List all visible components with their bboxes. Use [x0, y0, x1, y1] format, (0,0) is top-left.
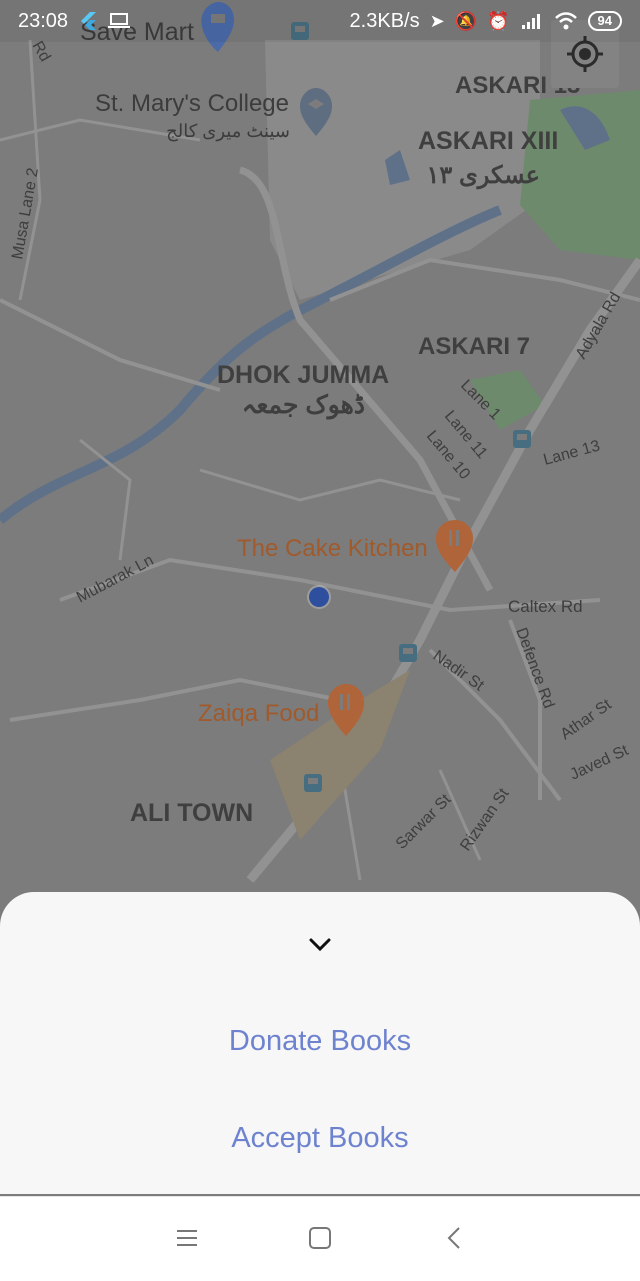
- bus-stop-icon[interactable]: [513, 430, 531, 448]
- label-dhok-jumma-urdu: ڈھوک جمعہ: [242, 391, 365, 420]
- signal-icon: [521, 14, 540, 29]
- label-st-marys-urdu: سینٹ میری کالج: [166, 121, 290, 142]
- alarm-icon: ⏰: [487, 10, 510, 31]
- bus-stop-icon[interactable]: [399, 644, 417, 662]
- label-st-marys: St. Mary's College: [95, 90, 289, 117]
- label-askari-xiii: ASKARI XIII: [418, 127, 558, 155]
- label-zaiqa-food: Zaiqa Food: [198, 700, 319, 727]
- network-speed: 2.3KB/s: [349, 9, 420, 32]
- location-arrow-icon: ➤: [429, 10, 445, 31]
- menu-icon[interactable]: [176, 1228, 200, 1248]
- status-time: 23:08: [18, 9, 69, 32]
- laptop-icon: [108, 13, 131, 28]
- status-bar: 23:08 2.3KB/s ➤ 🔕 ⏰ 94: [0, 0, 640, 42]
- label-ali-town: ALI TOWN: [130, 799, 253, 827]
- chevron-down-icon[interactable]: [308, 936, 332, 952]
- accept-books-button[interactable]: Accept Books: [0, 1122, 640, 1155]
- mute-icon: 🔕: [454, 10, 478, 31]
- flutter-icon: [81, 12, 97, 30]
- current-location-dot: [309, 587, 329, 607]
- wifi-icon: [554, 12, 577, 30]
- navigation-bar: [0, 1196, 640, 1281]
- label-caltex-rd: Caltex Rd: [508, 597, 583, 616]
- label-dhok-jumma: DHOK JUMMA: [217, 361, 389, 389]
- home-icon[interactable]: [308, 1226, 332, 1250]
- label-askari-7: ASKARI 7: [418, 333, 530, 360]
- back-icon[interactable]: [445, 1226, 465, 1250]
- bus-stop-icon[interactable]: [304, 774, 322, 792]
- battery-indicator: 94: [587, 11, 622, 31]
- label-cake-kitchen: The Cake Kitchen: [237, 535, 428, 562]
- label-askari-xiii-urdu: عسکری ۱۳: [427, 162, 540, 190]
- donate-books-button[interactable]: Donate Books: [0, 1025, 640, 1058]
